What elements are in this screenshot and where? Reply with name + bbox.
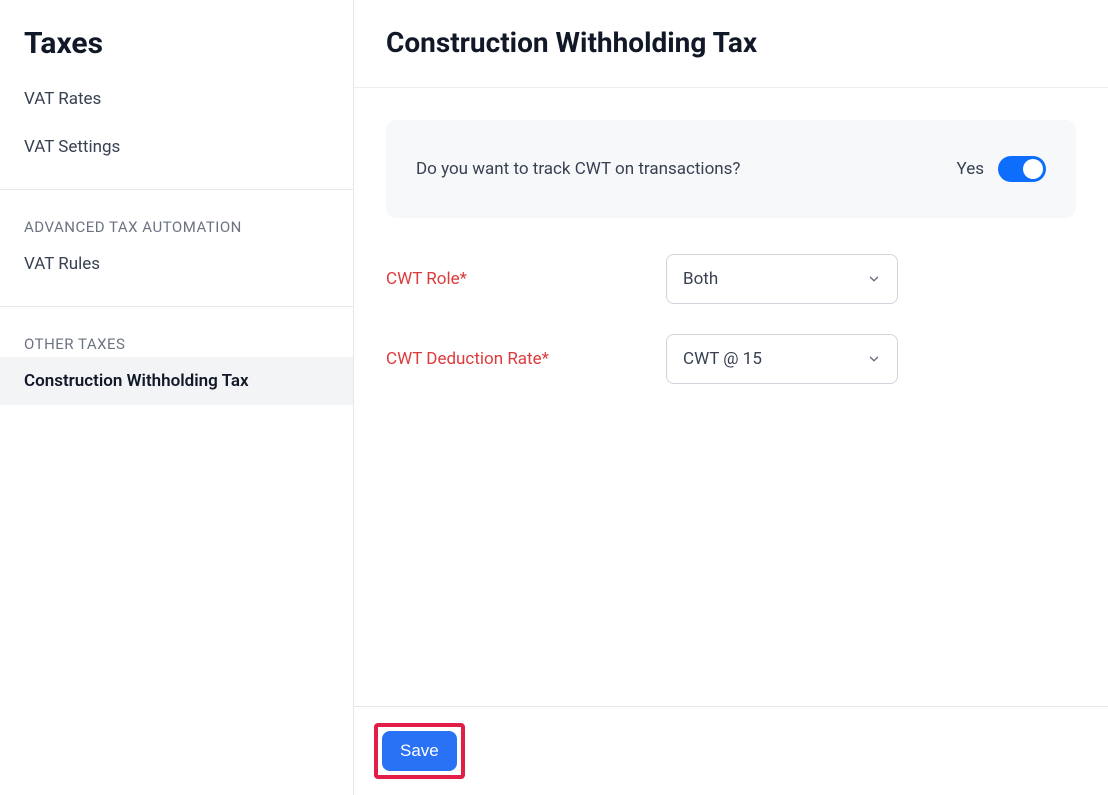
sidebar-section-advanced-header: ADVANCED TAX AUTOMATION — [0, 190, 353, 240]
cwt-rate-select[interactable]: CWT @ 15 — [666, 334, 898, 384]
page-title: Construction Withholding Tax — [386, 26, 1076, 59]
main: Construction Withholding Tax Do you want… — [354, 0, 1108, 795]
main-header: Construction Withholding Tax — [354, 0, 1108, 88]
sidebar-item-vat-settings[interactable]: VAT Settings — [0, 123, 353, 171]
toggle-wrap: Yes — [957, 156, 1046, 182]
sidebar-item-vat-rates[interactable]: VAT Rates — [0, 75, 353, 123]
chevron-down-icon — [867, 352, 881, 366]
footer: Save — [354, 706, 1108, 795]
chevron-down-icon — [867, 272, 881, 286]
cwt-track-panel: Do you want to track CWT on transactions… — [386, 120, 1076, 218]
toggle-value-text: Yes — [957, 159, 984, 179]
toggle-knob — [1023, 159, 1043, 179]
sidebar-item-label: VAT Rules — [24, 254, 100, 274]
form-rows: CWT Role* Both CWT Deduction Rate* CWT @… — [386, 254, 1076, 384]
sidebar-item-construction-withholding-tax[interactable]: Construction Withholding Tax — [0, 357, 353, 405]
form-row-cwt-rate: CWT Deduction Rate* CWT @ 15 — [386, 334, 1076, 384]
sidebar-item-label: VAT Settings — [24, 137, 120, 157]
sidebar-item-label: Construction Withholding Tax — [24, 371, 249, 391]
select-value: Both — [683, 269, 718, 289]
main-body: Do you want to track CWT on transactions… — [354, 88, 1108, 706]
cwt-role-label: CWT Role* — [386, 269, 666, 289]
form-row-cwt-role: CWT Role* Both — [386, 254, 1076, 304]
cwt-rate-label: CWT Deduction Rate* — [386, 349, 666, 369]
cwt-role-select[interactable]: Both — [666, 254, 898, 304]
sidebar-title: Taxes — [0, 0, 353, 75]
cwt-track-toggle[interactable] — [998, 156, 1046, 182]
sidebar: Taxes VAT Rates VAT Settings ADVANCED TA… — [0, 0, 354, 795]
sidebar-item-label: VAT Rates — [24, 89, 101, 109]
save-button[interactable]: Save — [382, 731, 457, 771]
save-button-highlight: Save — [374, 723, 465, 779]
select-value: CWT @ 15 — [683, 349, 762, 369]
cwt-track-question: Do you want to track CWT on transactions… — [416, 159, 740, 179]
sidebar-section-other-header: OTHER TAXES — [0, 307, 353, 357]
sidebar-item-vat-rules[interactable]: VAT Rules — [0, 240, 353, 288]
